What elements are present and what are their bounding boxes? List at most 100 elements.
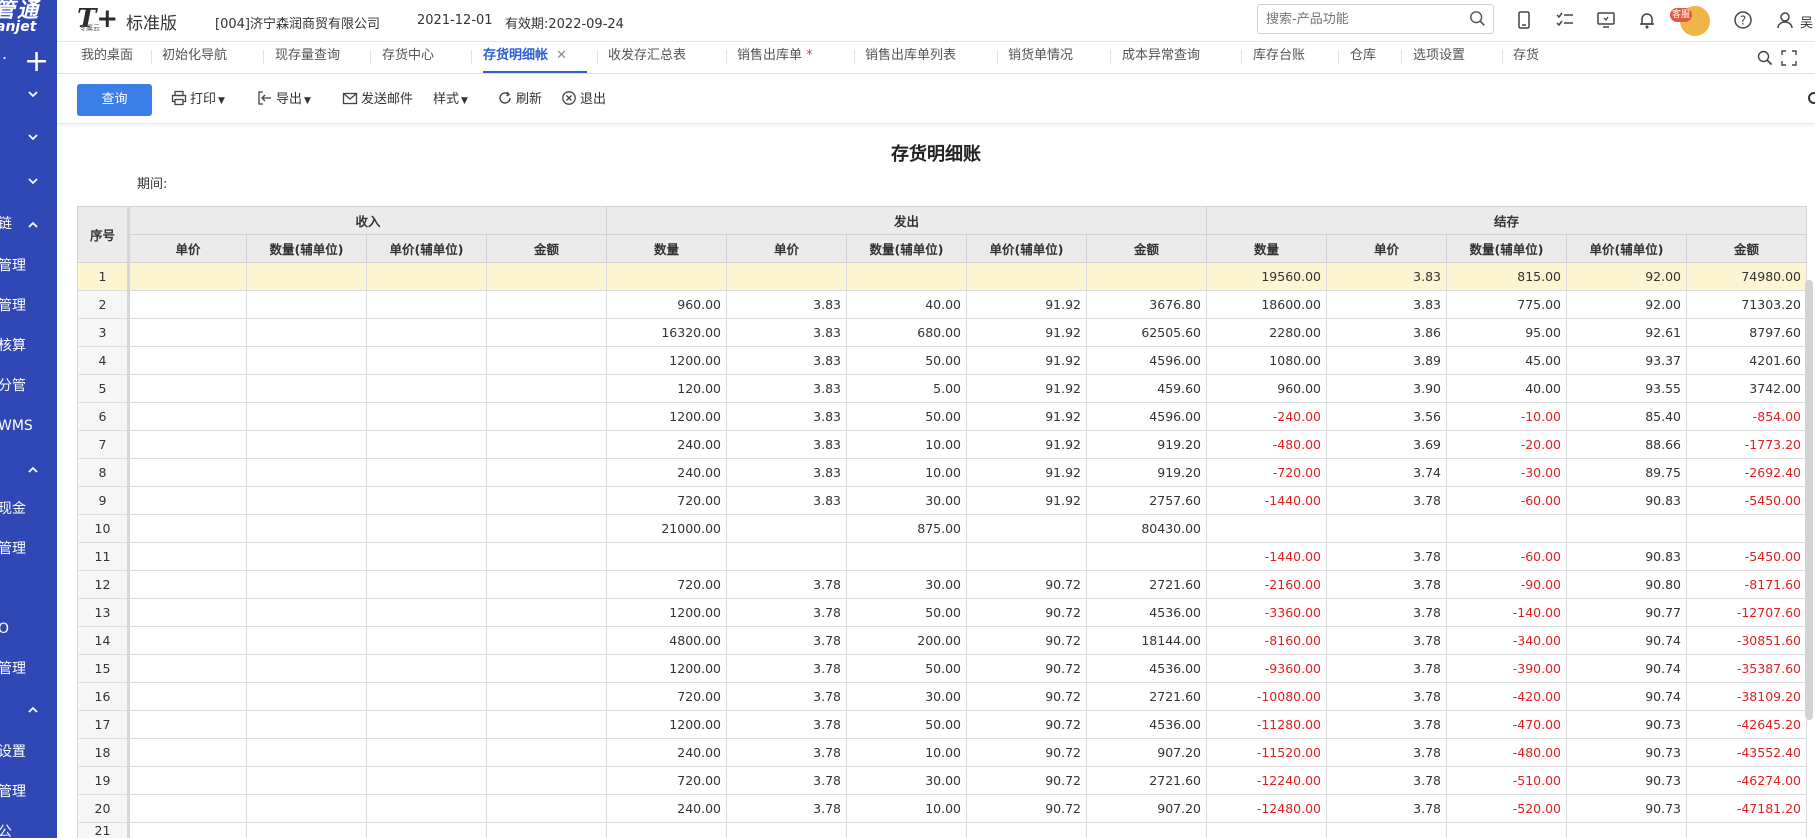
row-index-cell[interactable]: 5 — [77, 374, 130, 403]
monitor-icon[interactable] — [1596, 10, 1616, 30]
table-cell[interactable]: -8160.00 — [1206, 626, 1327, 655]
customer-service-button[interactable]: 客服 — [1670, 4, 1716, 38]
table-cell[interactable] — [366, 794, 487, 823]
table-cell[interactable] — [726, 262, 847, 291]
table-cell[interactable] — [128, 514, 247, 543]
table-cell[interactable]: -480.00 — [1206, 430, 1327, 459]
table-cell[interactable] — [246, 626, 367, 655]
table-cell[interactable]: 90.73 — [1566, 766, 1687, 795]
table-cell[interactable] — [486, 766, 607, 795]
table-row[interactable]: 11 -1440.00 3.78 -60.00 90.83 -5450.00 — [77, 542, 1807, 571]
sidebar-item[interactable]: O — [0, 610, 57, 648]
table-cell[interactable]: 2721.60 — [1086, 682, 1207, 711]
table-cell[interactable] — [846, 542, 967, 571]
table-cell[interactable] — [246, 430, 367, 459]
table-cell[interactable]: 919.20 — [1086, 458, 1207, 487]
table-cell[interactable]: 3.90 — [1326, 374, 1447, 403]
table-cell[interactable] — [1086, 542, 1207, 571]
search-box[interactable] — [1257, 4, 1494, 34]
table-cell[interactable] — [128, 654, 247, 683]
row-index-cell[interactable]: 17 — [77, 710, 130, 739]
tab-item[interactable]: 销售出库单 * — [737, 42, 813, 74]
column-header[interactable]: 单价 — [726, 234, 847, 263]
table-cell[interactable] — [128, 430, 247, 459]
table-cell[interactable] — [128, 458, 247, 487]
table-cell[interactable] — [966, 822, 1087, 838]
table-cell[interactable]: 3.86 — [1326, 318, 1447, 347]
table-cell[interactable]: 30.00 — [846, 570, 967, 599]
table-cell[interactable] — [246, 318, 367, 347]
sidebar-item[interactable] — [0, 74, 57, 112]
table-cell[interactable]: 90.80 — [1566, 570, 1687, 599]
table-cell[interactable] — [486, 346, 607, 375]
table-cell[interactable]: -12480.00 — [1206, 794, 1327, 823]
row-index-cell[interactable]: 21 — [77, 822, 130, 838]
table-cell[interactable]: -480.00 — [1446, 738, 1567, 767]
column-header-seq[interactable]: 序号 — [77, 206, 130, 263]
table-cell[interactable]: 3.78 — [1326, 682, 1447, 711]
table-cell[interactable]: 720.00 — [606, 570, 727, 599]
tab-item[interactable]: 收发存汇总表 — [608, 42, 686, 74]
table-cell[interactable] — [366, 626, 487, 655]
fullscreen-icon[interactable] — [1781, 50, 1797, 66]
table-cell[interactable]: 720.00 — [606, 486, 727, 515]
column-header[interactable]: 金额 — [486, 234, 607, 263]
row-index-cell[interactable]: 10 — [77, 514, 130, 543]
table-cell[interactable] — [366, 542, 487, 571]
table-cell[interactable]: 960.00 — [606, 290, 727, 319]
row-index-cell[interactable]: 3 — [77, 318, 130, 347]
bell-icon[interactable] — [1637, 10, 1657, 30]
table-cell[interactable]: -510.00 — [1446, 766, 1567, 795]
table-cell[interactable] — [486, 430, 607, 459]
table-cell[interactable]: -60.00 — [1446, 542, 1567, 571]
table-cell[interactable] — [366, 346, 487, 375]
table-cell[interactable] — [966, 514, 1087, 543]
table-cell[interactable]: 8797.60 — [1686, 318, 1807, 347]
table-cell[interactable] — [486, 822, 607, 838]
table-cell[interactable]: 88.66 — [1566, 430, 1687, 459]
table-cell[interactable]: -1773.20 — [1686, 430, 1807, 459]
table-cell[interactable] — [1686, 514, 1807, 543]
table-cell[interactable]: 3.83 — [1326, 262, 1447, 291]
table-cell[interactable] — [246, 766, 367, 795]
table-cell[interactable] — [1686, 822, 1807, 838]
table-cell[interactable]: 50.00 — [846, 402, 967, 431]
table-cell[interactable]: 2721.60 — [1086, 570, 1207, 599]
sidebar-item[interactable]: 设置 — [0, 733, 57, 771]
tab-item[interactable]: 我的桌面 — [81, 42, 133, 74]
table-cell[interactable]: 4536.00 — [1086, 598, 1207, 627]
chevron-down-icon[interactable] — [27, 117, 39, 155]
table-cell[interactable] — [128, 346, 247, 375]
table-cell[interactable] — [246, 598, 367, 627]
column-header[interactable]: 数量 — [606, 234, 727, 263]
table-cell[interactable]: 3.78 — [1326, 542, 1447, 571]
table-cell[interactable]: 4800.00 — [606, 626, 727, 655]
vertical-scrollbar[interactable] — [1805, 280, 1813, 720]
row-index-cell[interactable]: 8 — [77, 458, 130, 487]
table-cell[interactable] — [128, 290, 247, 319]
table-cell[interactable] — [366, 486, 487, 515]
table-cell[interactable]: 90.73 — [1566, 710, 1687, 739]
table-row[interactable]: 17 1200.00 3.78 50.00 90.72 4536.00 -11280.00 3… — [77, 710, 1807, 739]
table-cell[interactable] — [1206, 514, 1327, 543]
table-cell[interactable]: 50.00 — [846, 598, 967, 627]
sidebar-item[interactable]: 管理 — [0, 287, 57, 325]
table-cell[interactable]: -3360.00 — [1206, 598, 1327, 627]
table-cell[interactable]: -420.00 — [1446, 682, 1567, 711]
table-cell[interactable]: 21000.00 — [606, 514, 727, 543]
table-cell[interactable]: -1440.00 — [1206, 486, 1327, 515]
table-cell[interactable]: 240.00 — [606, 458, 727, 487]
table-cell[interactable] — [1086, 822, 1207, 838]
table-cell[interactable]: 2280.00 — [1206, 318, 1327, 347]
table-cell[interactable]: 775.00 — [1446, 290, 1567, 319]
column-header[interactable]: 数量(辅单位) — [246, 234, 367, 263]
table-cell[interactable] — [246, 374, 367, 403]
table-cell[interactable]: -12707.60 — [1686, 598, 1807, 627]
table-cell[interactable]: 90.72 — [966, 766, 1087, 795]
table-row[interactable]: 14 4800.00 3.78 200.00 90.72 18144.00 -8160.00… — [77, 626, 1807, 655]
table-cell[interactable]: -854.00 — [1686, 402, 1807, 431]
table-cell[interactable] — [128, 710, 247, 739]
table-cell[interactable]: 2721.60 — [1086, 766, 1207, 795]
table-row[interactable]: 3 16320.00 3.83 680.00 91.92 62505.60 2280.00 3… — [77, 318, 1807, 347]
table-cell[interactable]: 50.00 — [846, 346, 967, 375]
